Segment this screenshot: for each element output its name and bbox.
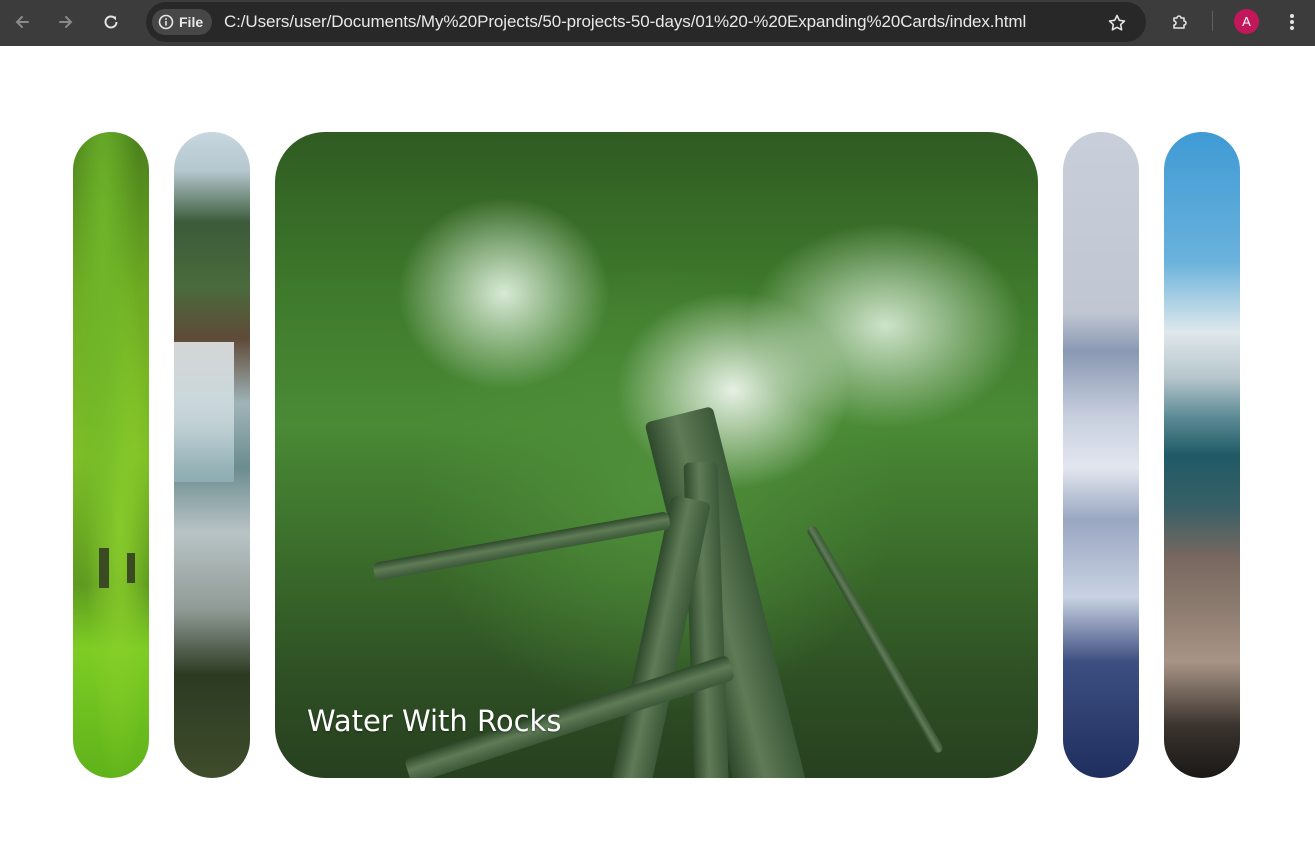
extensions-button[interactable] — [1166, 8, 1194, 36]
reload-icon — [104, 15, 118, 29]
tree-trunk-shape — [99, 548, 109, 588]
bookmark-button[interactable] — [1104, 10, 1130, 36]
file-label: File — [179, 14, 204, 30]
bamboo-stalk — [805, 524, 945, 755]
arrow-right-icon — [59, 16, 73, 28]
profile-avatar[interactable]: A — [1234, 9, 1259, 34]
more-vert-icon — [1290, 14, 1294, 30]
panel-waterfall[interactable] — [174, 132, 250, 778]
tree-trunk-shape — [127, 553, 135, 583]
browser-toolbar: File C:/Users/user/Documents/My%20Projec… — [0, 0, 1315, 46]
address-bar[interactable]: File C:/Users/user/Documents/My%20Projec… — [146, 2, 1146, 42]
bamboo-stalk — [372, 511, 672, 581]
menu-button[interactable] — [1280, 8, 1304, 36]
info-icon — [158, 14, 174, 30]
toolbar-divider — [1212, 11, 1213, 31]
panel-ocean-wave[interactable] — [1164, 132, 1240, 778]
back-button[interactable] — [8, 8, 36, 36]
forward-button[interactable] — [52, 8, 80, 36]
arrow-left-icon — [15, 16, 29, 28]
puzzle-icon — [1173, 15, 1187, 29]
panel-title: Water With Rocks — [307, 704, 562, 738]
panel-bamboo-forest[interactable]: Water With Rocks — [275, 132, 1038, 778]
star-icon — [1108, 14, 1126, 31]
url-text[interactable]: C:/Users/user/Documents/My%20Projects/50… — [224, 12, 1026, 32]
reload-button[interactable] — [97, 8, 125, 36]
panel-snowy-mountain[interactable] — [1063, 132, 1139, 778]
site-info-chip[interactable]: File — [152, 9, 213, 35]
waterfall-shape — [174, 342, 234, 482]
panel-green-trees[interactable] — [73, 132, 149, 778]
page-content: Water With Rocks — [0, 46, 1315, 856]
